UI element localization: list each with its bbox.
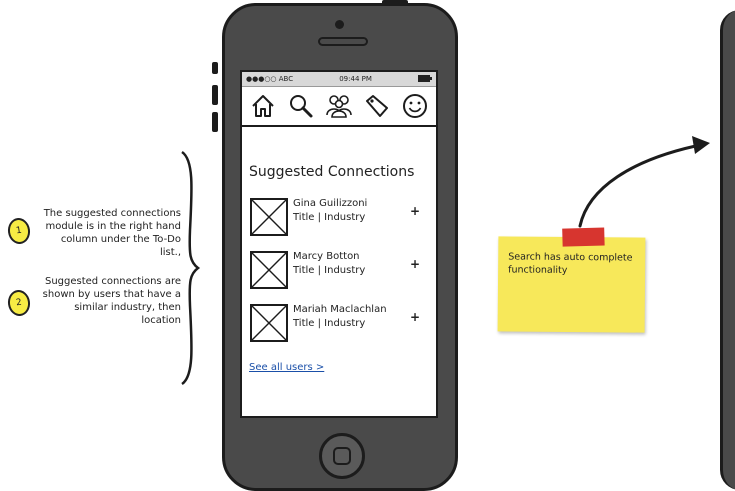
- next-phone-frame: [720, 10, 735, 490]
- phone-top-button: [382, 0, 408, 5]
- connection-subtitle: Title | Industry: [293, 265, 366, 276]
- avatar-placeholder[interactable]: [250, 198, 288, 236]
- curly-brace: [181, 150, 201, 386]
- connection-row: Mariah Maclachlan Title | Industry +: [250, 304, 430, 344]
- status-bar: ●●●○○ ABC 09:44 PM: [242, 72, 436, 87]
- time-label: 09:44 PM: [339, 75, 372, 83]
- smiley-icon[interactable]: [400, 91, 430, 121]
- home-button[interactable]: [319, 433, 365, 479]
- tag-icon[interactable]: [362, 91, 392, 121]
- sticky-note-text: Search has auto complete functionality: [508, 251, 633, 276]
- phone-side-button: [212, 112, 218, 132]
- add-connection-button[interactable]: +: [410, 257, 420, 271]
- annotation-text-2: Suggested connections are shown by users…: [42, 276, 181, 326]
- add-connection-button[interactable]: +: [410, 310, 420, 324]
- avatar-placeholder[interactable]: [250, 251, 288, 289]
- see-all-users-link[interactable]: See all users >: [249, 362, 324, 373]
- connection-subtitle: Title | Industry: [293, 318, 366, 329]
- connection-name[interactable]: Mariah Maclachlan: [293, 304, 387, 315]
- phone-side-button: [212, 85, 218, 105]
- carrier-label: ●●●○○ ABC: [246, 75, 294, 83]
- home-icon[interactable]: [248, 91, 278, 121]
- app-nav-bar: [242, 87, 436, 127]
- connection-name[interactable]: Gina Guilizzoni: [293, 198, 367, 209]
- phone-side-button: [212, 62, 218, 74]
- annotation-number: 2: [15, 297, 23, 309]
- avatar-placeholder[interactable]: [250, 304, 288, 342]
- connection-name[interactable]: Marcy Botton: [293, 251, 360, 262]
- connection-row: Gina Guilizzoni Title | Industry +: [250, 198, 430, 238]
- annotation-number: 1: [15, 225, 23, 237]
- phone-speaker: [318, 37, 368, 46]
- annotation-text-1: The suggested connections module is in t…: [43, 208, 181, 258]
- people-icon[interactable]: [324, 91, 354, 121]
- phone-screen: ●●●○○ ABC 09:44 PM Suggested Connections…: [240, 70, 438, 418]
- annotation-badge-1: 1: [6, 216, 32, 246]
- home-button-icon: [333, 447, 351, 465]
- battery-icon: [417, 74, 432, 84]
- add-connection-button[interactable]: +: [410, 204, 420, 218]
- tape-strip: [562, 227, 605, 247]
- sticky-note: Search has auto complete functionality: [497, 227, 646, 333]
- search-icon[interactable]: [286, 91, 316, 121]
- arrow-icon: [578, 136, 710, 228]
- connection-row: Marcy Botton Title | Industry +: [250, 251, 430, 291]
- section-title: Suggested Connections: [249, 164, 415, 180]
- phone-camera: [335, 20, 344, 29]
- annotation-badge-2: 2: [6, 288, 32, 318]
- connection-subtitle: Title | Industry: [293, 212, 366, 223]
